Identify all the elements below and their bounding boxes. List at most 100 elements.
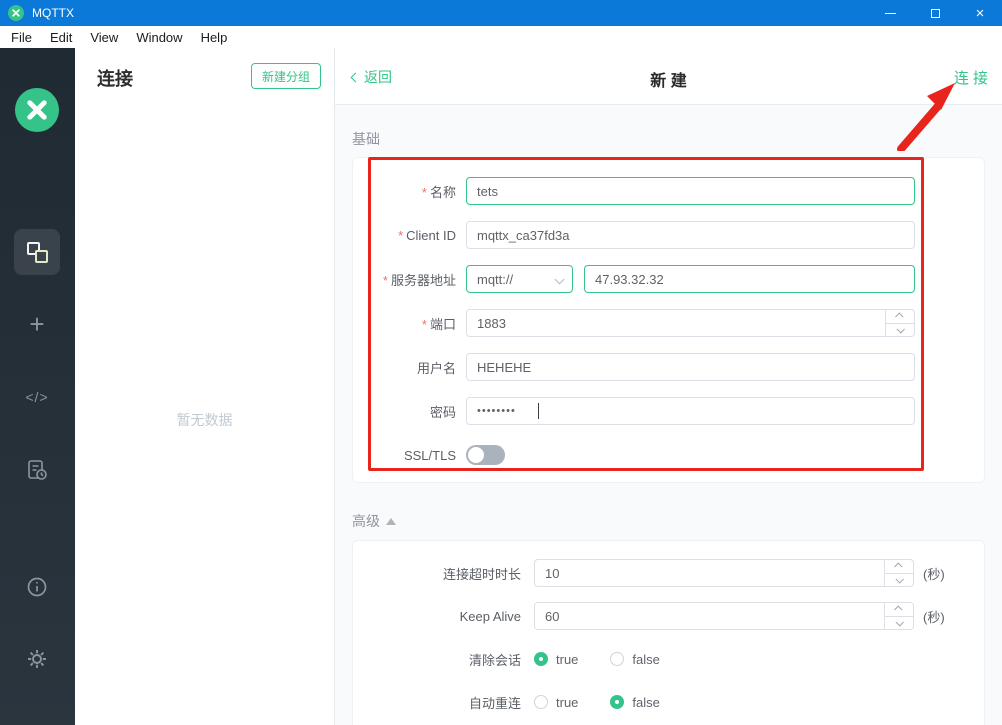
clean-session-false-radio[interactable] [610, 652, 624, 666]
clean-session-true-radio[interactable] [534, 652, 548, 666]
auto-reconnect-label: 自动重连 [353, 693, 534, 712]
close-button[interactable]: × [965, 0, 995, 26]
close-icon: × [976, 5, 985, 22]
menu-bar: File Edit View Window Help [0, 26, 1002, 48]
menu-view[interactable]: View [81, 26, 127, 48]
clean-session-label: 清除会话 [353, 650, 534, 669]
sidebar-item-script[interactable]: </> [14, 374, 60, 420]
clean-session-row: 清除会话 true false [353, 645, 915, 673]
info-icon [26, 576, 48, 598]
menu-edit[interactable]: Edit [41, 26, 81, 48]
client-id-label: *Client ID [353, 228, 466, 243]
timeout-input[interactable] [534, 559, 914, 587]
auto-reconnect-true-radio[interactable] [534, 695, 548, 709]
spin-down-button[interactable] [885, 573, 913, 587]
host-label: *服务器地址 [353, 270, 466, 289]
keepalive-unit: (秒) [923, 607, 945, 626]
keepalive-spinner [884, 603, 913, 629]
sidebar-item-log[interactable] [14, 447, 60, 493]
auto-reconnect-row: 自动重连 true false [353, 688, 915, 716]
username-row: 用户名 [353, 353, 915, 381]
host-input[interactable] [584, 265, 915, 293]
connections-panel-title: 连接 [97, 65, 133, 91]
chevron-down-icon [896, 325, 904, 333]
ssl-label: SSL/TLS [353, 448, 466, 463]
connect-button[interactable]: 连 接 [954, 67, 988, 88]
mqttx-logo-icon [15, 88, 59, 132]
ssl-row: SSL/TLS [353, 441, 915, 469]
settings-gear-icon [26, 648, 48, 670]
name-row: *名称 [353, 177, 915, 205]
new-group-button[interactable]: 新建分组 [251, 63, 321, 89]
spin-down-button[interactable] [885, 616, 913, 630]
ssl-toggle[interactable] [466, 445, 505, 465]
radio-label[interactable]: false [632, 652, 659, 667]
username-label: 用户名 [353, 358, 466, 377]
timeout-row: 连接超时时长 (秒) [353, 559, 915, 587]
auto-reconnect-false-radio[interactable] [610, 695, 624, 709]
spin-down-button[interactable] [886, 323, 914, 337]
chevron-down-icon [895, 575, 903, 583]
minimize-button[interactable] [875, 0, 905, 26]
spin-up-button[interactable] [885, 560, 913, 573]
spin-up-button[interactable] [886, 310, 914, 323]
menu-window[interactable]: Window [127, 26, 191, 48]
toggle-knob [468, 447, 484, 463]
name-input[interactable] [466, 177, 915, 205]
menu-help[interactable]: Help [192, 26, 237, 48]
collapse-triangle-icon [386, 518, 396, 525]
menu-file[interactable]: File [2, 26, 41, 48]
sidebar: + </> [0, 48, 75, 725]
port-label: *端口 [353, 314, 466, 333]
radio-label[interactable]: true [556, 652, 578, 667]
timeout-unit: (秒) [923, 564, 945, 583]
client-id-row: *Client ID [353, 221, 915, 249]
keepalive-input[interactable] [534, 602, 914, 630]
basic-form-card: *名称 *Client ID *服务器地址 *端口 [352, 157, 985, 483]
advanced-section-title[interactable]: 高级 [352, 511, 396, 531]
connections-icon [27, 242, 48, 263]
chevron-up-icon [895, 313, 903, 321]
timeout-label: 连接超时时长 [353, 564, 534, 583]
password-label: 密码 [353, 402, 466, 421]
app-logo-icon [8, 5, 24, 21]
advanced-form-card: 连接超时时长 (秒) Keep Alive [352, 540, 985, 725]
maximize-button[interactable] [920, 0, 950, 26]
host-row: *服务器地址 [353, 265, 915, 293]
radio-label[interactable]: false [632, 695, 659, 710]
chevron-down-icon [895, 618, 903, 626]
sidebar-item-settings[interactable] [14, 636, 60, 682]
port-input[interactable] [466, 309, 915, 337]
client-id-input[interactable] [466, 221, 915, 249]
code-icon: </> [25, 389, 48, 405]
text-cursor [538, 403, 539, 419]
port-row: *端口 [353, 309, 915, 337]
maximize-icon [931, 9, 940, 18]
chevron-up-icon [894, 606, 902, 614]
spin-up-button[interactable] [885, 603, 913, 616]
plus-icon: + [29, 311, 44, 337]
page-title: 新 建 [335, 67, 1002, 91]
port-spinner [885, 310, 914, 336]
password-input[interactable] [466, 397, 915, 425]
window-titlebar: MQTTX × [0, 0, 1002, 26]
chevron-up-icon [894, 563, 902, 571]
basic-section-title: 基础 [352, 129, 380, 149]
timeout-spinner [884, 560, 913, 586]
password-row: 密码 [353, 397, 915, 425]
main-header: 返回 新 建 连 接 [335, 48, 1002, 105]
sidebar-item-new-connection[interactable]: + [14, 301, 60, 347]
name-label: *名称 [353, 182, 466, 201]
username-input[interactable] [466, 353, 915, 381]
keepalive-label: Keep Alive [353, 609, 534, 624]
radio-label[interactable]: true [556, 695, 578, 710]
minimize-icon [885, 13, 896, 14]
empty-state-text: 暂无数据 [75, 410, 334, 430]
window-title: MQTTX [32, 6, 74, 20]
protocol-select[interactable] [466, 265, 573, 293]
sidebar-item-connections[interactable] [14, 229, 60, 275]
main-content: 返回 新 建 连 接 基础 *名称 *Client ID *服务器地址 [335, 48, 1002, 725]
log-icon [26, 459, 48, 481]
connections-panel: 连接 新建分组 暂无数据 [75, 48, 335, 725]
sidebar-item-about[interactable] [14, 564, 60, 610]
